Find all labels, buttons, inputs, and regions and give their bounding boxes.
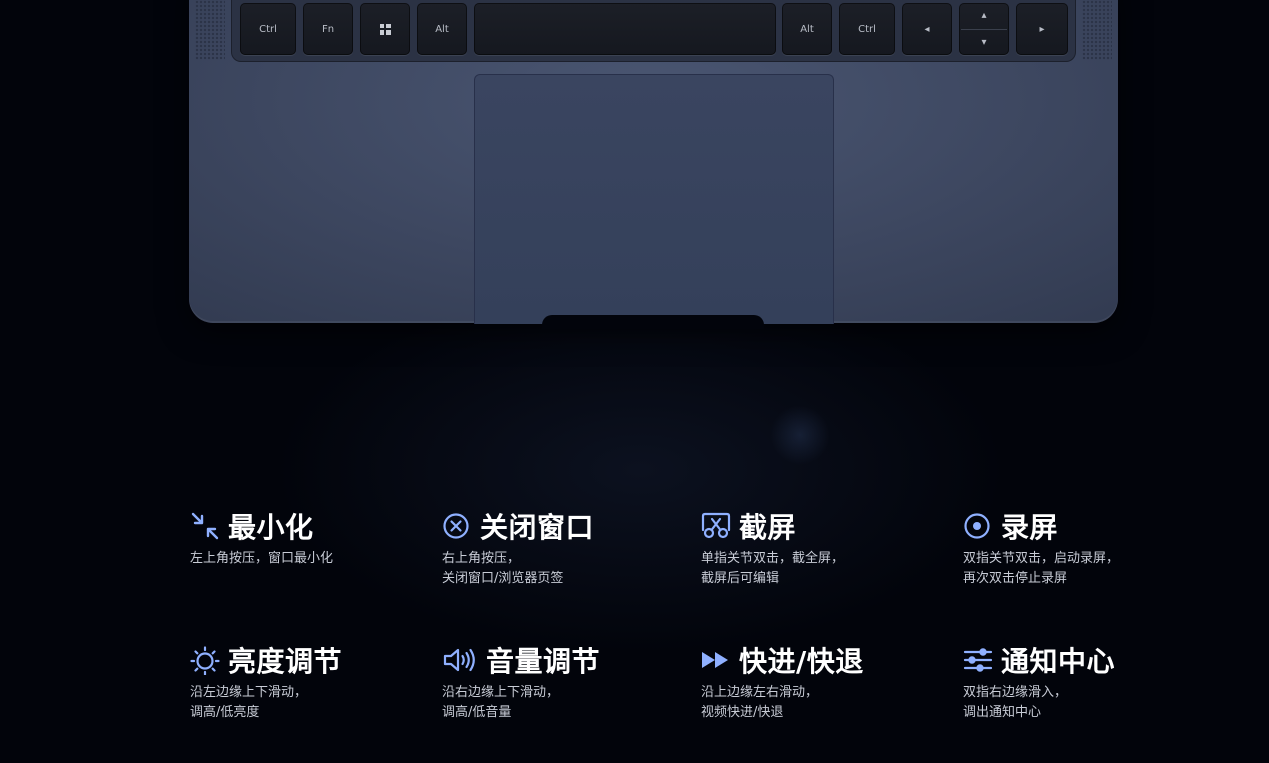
key-fn: Fn	[303, 3, 353, 55]
key-windows	[360, 3, 410, 55]
feature-title: 截屏	[739, 511, 797, 544]
feature-description: 左上角按压，窗口最小化	[190, 549, 430, 569]
feature-description: 沿左边缘上下滑动， 调高/低亮度	[190, 683, 430, 723]
speaker-grille-right	[1082, 0, 1112, 60]
feature-description: 沿上边缘左右滑动， 视频快进/快退	[701, 683, 941, 723]
feature-title: 录屏	[1001, 511, 1059, 544]
close-window-icon	[443, 513, 469, 539]
feature-title: 关闭窗口	[480, 511, 595, 544]
desc-line: 截屏后可编辑	[701, 571, 780, 586]
feature-description: 右上角按压， 关闭窗口/浏览器页签	[442, 549, 682, 589]
desc-line: 沿右边缘上下滑动，	[442, 685, 560, 700]
feature-title: 快进/快退	[739, 645, 864, 678]
notification-center-icon	[963, 648, 993, 672]
desc-line: 调高/低音量	[442, 705, 512, 720]
screen-record-icon	[964, 513, 990, 539]
screenshot-icon	[701, 512, 731, 539]
feature-description: 双指关节双击，启动录屏， 再次双击停止录屏	[963, 549, 1203, 589]
desc-line: 视频快进/快退	[701, 705, 784, 720]
ambient-glow	[770, 405, 830, 465]
brightness-icon	[190, 646, 220, 675]
desc-line: 右上角按压，	[442, 551, 521, 566]
fast-forward-icon	[702, 652, 728, 668]
feature-title: 音量调节	[486, 645, 601, 678]
feature-notification-center: 通知中心 双指右边缘滑入， 调出通知中心	[963, 643, 1203, 723]
feature-minimize: 最小化 左上角按压，窗口最小化	[190, 509, 430, 569]
feature-fast-forward: 快进/快退 沿上边缘左右滑动， 视频快进/快退	[701, 643, 941, 723]
desc-line: 再次双击停止录屏	[963, 571, 1068, 586]
windows-logo-icon	[379, 23, 391, 35]
laptop-base-image: Ctrl Fn Alt Alt Ctrl ◂ ▴ ▾ ▸	[189, 0, 1118, 324]
feature-brightness: 亮度调节 沿左边缘上下滑动， 调高/低亮度	[190, 643, 430, 723]
desc-line: 双指关节双击，启动录屏，	[963, 551, 1120, 566]
lid-notch	[542, 315, 764, 329]
feature-title: 亮度调节	[228, 645, 343, 678]
arrow-up-icon: ▴	[981, 10, 987, 22]
volume-icon	[443, 648, 475, 672]
desc-line: 单指关节双击，截全屏，	[701, 551, 845, 566]
desc-line: 调高/低亮度	[190, 705, 260, 720]
key-space	[474, 3, 776, 55]
feature-title: 最小化	[228, 511, 314, 544]
desc-line: 调出通知中心	[963, 705, 1042, 720]
desc-line: 沿上边缘左右滑动，	[701, 685, 819, 700]
feature-screen-record: 录屏 双指关节双击，启动录屏， 再次双击停止录屏	[963, 509, 1203, 589]
key-arrow-up-down: ▴ ▾	[959, 3, 1009, 55]
desc-line: 沿左边缘上下滑动，	[190, 685, 308, 700]
feature-screenshot: 截屏 单指关节双击，截全屏， 截屏后可编辑	[701, 509, 941, 589]
key-arrow-right: ▸	[1016, 3, 1068, 55]
feature-close-window: 关闭窗口 右上角按压， 关闭窗口/浏览器页签	[442, 509, 682, 589]
feature-description: 单指关节双击，截全屏， 截屏后可编辑	[701, 549, 941, 589]
feature-title: 通知中心	[1001, 645, 1116, 678]
minimize-icon	[191, 512, 219, 540]
key-alt-left: Alt	[417, 3, 467, 55]
feature-volume: 音量调节 沿右边缘上下滑动， 调高/低音量	[442, 643, 682, 723]
arrow-down-icon: ▾	[981, 36, 987, 48]
product-feature-page: Ctrl Fn Alt Alt Ctrl ◂ ▴ ▾ ▸ 最小化 左上角按压，窗…	[0, 0, 1269, 763]
feature-description: 双指右边缘滑入， 调出通知中心	[963, 683, 1203, 723]
feature-description: 沿右边缘上下滑动， 调高/低音量	[442, 683, 682, 723]
speaker-grille-left	[195, 0, 225, 60]
key-divider	[961, 28, 1007, 30]
desc-line: 双指右边缘滑入，	[963, 685, 1068, 700]
key-ctrl-left: Ctrl	[240, 3, 296, 55]
touchpad	[474, 74, 834, 324]
key-ctrl-right: Ctrl	[839, 3, 895, 55]
desc-line: 关闭窗口/浏览器页签	[442, 571, 564, 586]
keyboard: Ctrl Fn Alt Alt Ctrl ◂ ▴ ▾ ▸	[231, 0, 1076, 62]
key-alt-right: Alt	[782, 3, 832, 55]
key-arrow-left: ◂	[902, 3, 952, 55]
desc-line: 左上角按压，窗口最小化	[190, 551, 334, 566]
